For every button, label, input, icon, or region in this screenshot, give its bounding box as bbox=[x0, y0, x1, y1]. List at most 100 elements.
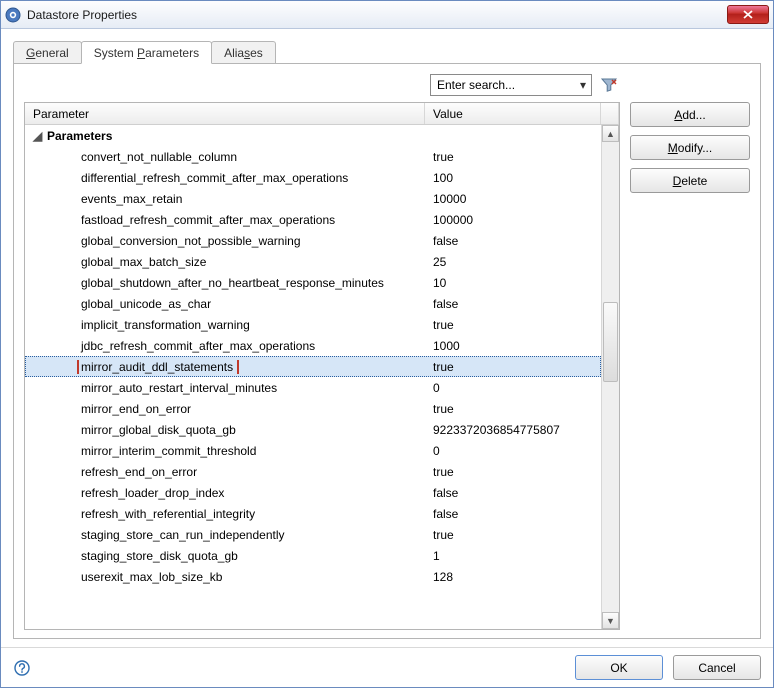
tab-aliases[interactable]: Aliases bbox=[211, 41, 276, 63]
table-row[interactable]: global_conversion_not_possible_warning fa… bbox=[25, 230, 601, 251]
column-header-value[interactable]: Value bbox=[425, 103, 601, 124]
table-row[interactable]: mirror_audit_ddl_statementstrue bbox=[25, 356, 601, 377]
group-label: Parameters bbox=[47, 129, 112, 143]
tab-system-parameters[interactable]: System Parameters bbox=[81, 41, 212, 64]
table-row[interactable]: userexit_max_lob_size_kb128 bbox=[25, 566, 601, 587]
parameter-name: mirror_interim_commit_threshold bbox=[81, 444, 256, 458]
parameter-name: differential_refresh_commit_after_max_op… bbox=[81, 171, 348, 185]
parameter-value: true bbox=[425, 402, 601, 416]
parameter-name: global_shutdown_after_no_heartbeat_respo… bbox=[81, 276, 384, 290]
main-row: Parameter Value ◢ Parameters convert_not_… bbox=[24, 102, 750, 630]
scroll-track[interactable] bbox=[602, 142, 619, 612]
parameter-value: false bbox=[425, 234, 601, 248]
window-title: Datastore Properties bbox=[27, 8, 727, 22]
add-button[interactable]: Add... bbox=[630, 102, 750, 127]
close-button[interactable] bbox=[727, 5, 769, 24]
tab-label-post: eneral bbox=[35, 46, 68, 60]
tab-label-pre: Alia bbox=[224, 46, 244, 60]
parameter-name: global_conversion_not_possible_warning bbox=[81, 234, 301, 248]
footer: OK Cancel bbox=[1, 647, 773, 687]
table-row[interactable]: refresh_with_referential_integrity false bbox=[25, 503, 601, 524]
cancel-button[interactable]: Cancel bbox=[673, 655, 761, 680]
parameter-value: true bbox=[425, 318, 601, 332]
parameter-name: global_max_batch_size bbox=[81, 255, 206, 269]
parameter-value: 0 bbox=[425, 381, 601, 395]
scroll-up-button[interactable]: ▲ bbox=[602, 125, 619, 142]
parameter-name: mirror_auto_restart_interval_minutes bbox=[81, 381, 277, 395]
vertical-scrollbar[interactable]: ▲ ▼ bbox=[601, 125, 619, 629]
modify-button[interactable]: Modify... bbox=[630, 135, 750, 160]
delete-button[interactable]: Delete bbox=[630, 168, 750, 193]
button-column: Add... Modify... Delete bbox=[630, 102, 750, 630]
search-row: Enter search... ▾ bbox=[24, 74, 750, 96]
table-row[interactable]: global_shutdown_after_no_heartbeat_respo… bbox=[25, 272, 601, 293]
parameter-name: global_unicode_as_char bbox=[81, 297, 211, 311]
parameter-name: staging_store_disk_quota_gb bbox=[81, 549, 238, 563]
scroll-thumb[interactable] bbox=[603, 302, 618, 382]
parameter-value: 100 bbox=[425, 171, 601, 185]
table-row[interactable]: staging_store_can_run_independently true bbox=[25, 524, 601, 545]
table-row[interactable]: events_max_retain 10000 bbox=[25, 188, 601, 209]
parameter-value: 1000 bbox=[425, 339, 601, 353]
table-row[interactable]: mirror_interim_commit_threshold 0 bbox=[25, 440, 601, 461]
table-row[interactable]: staging_store_disk_quota_gb 1 bbox=[25, 545, 601, 566]
parameter-name: convert_not_nullable_column bbox=[81, 150, 237, 164]
parameter-value: false bbox=[425, 507, 601, 521]
parameter-name: events_max_retain bbox=[81, 192, 182, 206]
grid-header: Parameter Value bbox=[25, 103, 619, 125]
filter-icon[interactable] bbox=[600, 76, 618, 94]
parameter-value: true bbox=[425, 528, 601, 542]
tab-label-post: es bbox=[250, 46, 263, 60]
table-row[interactable]: mirror_global_disk_quota_gb 9223372036854… bbox=[25, 419, 601, 440]
table-row[interactable]: mirror_auto_restart_interval_minutes 0 bbox=[25, 377, 601, 398]
parameter-name: userexit_max_lob_size_kb bbox=[81, 570, 222, 584]
parameter-value: 100000 bbox=[425, 213, 601, 227]
parameter-name: refresh_with_referential_integrity bbox=[81, 507, 255, 521]
client-area: General System Parameters Aliases Enter … bbox=[1, 29, 773, 647]
table-row[interactable]: global_max_batch_size25 bbox=[25, 251, 601, 272]
table-row[interactable]: refresh_loader_drop_indexfalse bbox=[25, 482, 601, 503]
parameter-value: true bbox=[425, 360, 601, 374]
parameter-value: false bbox=[425, 486, 601, 500]
table-row[interactable]: convert_not_nullable_column true bbox=[25, 146, 601, 167]
parameter-name: mirror_global_disk_quota_gb bbox=[81, 423, 236, 437]
tab-general[interactable]: General bbox=[13, 41, 82, 63]
parameter-value: 0 bbox=[425, 444, 601, 458]
tabstrip: General System Parameters Aliases bbox=[13, 39, 761, 64]
table-row[interactable]: jdbc_refresh_commit_after_max_operations… bbox=[25, 335, 601, 356]
scroll-down-button[interactable]: ▼ bbox=[602, 612, 619, 629]
parameter-value: 9223372036854775807 bbox=[425, 423, 601, 437]
parameter-value: 10 bbox=[425, 276, 601, 290]
parameter-name: implicit_transformation_warning bbox=[81, 318, 250, 332]
table-row[interactable]: global_unicode_as_char false bbox=[25, 293, 601, 314]
search-placeholder: Enter search... bbox=[431, 78, 575, 92]
parameter-value: true bbox=[425, 150, 601, 164]
tab-label-post: arameters bbox=[145, 46, 199, 60]
table-row[interactable]: mirror_end_on_error true bbox=[25, 398, 601, 419]
dropdown-arrow-icon[interactable]: ▾ bbox=[575, 78, 591, 92]
table-row[interactable]: differential_refresh_commit_after_max_op… bbox=[25, 167, 601, 188]
titlebar[interactable]: Datastore Properties bbox=[1, 1, 773, 29]
parameter-name: mirror_end_on_error bbox=[81, 402, 191, 416]
tab-mnemonic: P bbox=[137, 46, 145, 60]
parameter-value: 10000 bbox=[425, 192, 601, 206]
parameter-name: fastload_refresh_commit_after_max_operat… bbox=[81, 213, 335, 227]
table-row[interactable]: fastload_refresh_commit_after_max_operat… bbox=[25, 209, 601, 230]
help-icon[interactable] bbox=[13, 659, 31, 677]
parameter-name: staging_store_can_run_independently bbox=[81, 528, 285, 542]
parameters-grid: Parameter Value ◢ Parameters convert_not_… bbox=[24, 102, 620, 630]
parameter-value: 1 bbox=[425, 549, 601, 563]
scroll-header bbox=[601, 103, 619, 124]
grid-body: ◢Parameters convert_not_nullable_columnt… bbox=[25, 125, 619, 629]
app-icon bbox=[5, 7, 21, 23]
ok-button[interactable]: OK bbox=[575, 655, 663, 680]
table-row[interactable]: implicit_transformation_warning true bbox=[25, 314, 601, 335]
grid-rows: ◢Parameters convert_not_nullable_columnt… bbox=[25, 125, 601, 629]
tab-label-pre: System bbox=[94, 46, 137, 60]
group-row-parameters[interactable]: ◢ Parameters bbox=[25, 125, 601, 146]
parameter-value: false bbox=[425, 297, 601, 311]
column-header-parameter[interactable]: Parameter bbox=[25, 103, 425, 124]
search-combo[interactable]: Enter search... ▾ bbox=[430, 74, 592, 96]
table-row[interactable]: refresh_end_on_errortrue bbox=[25, 461, 601, 482]
expand-collapse-icon[interactable]: ◢ bbox=[33, 129, 43, 143]
